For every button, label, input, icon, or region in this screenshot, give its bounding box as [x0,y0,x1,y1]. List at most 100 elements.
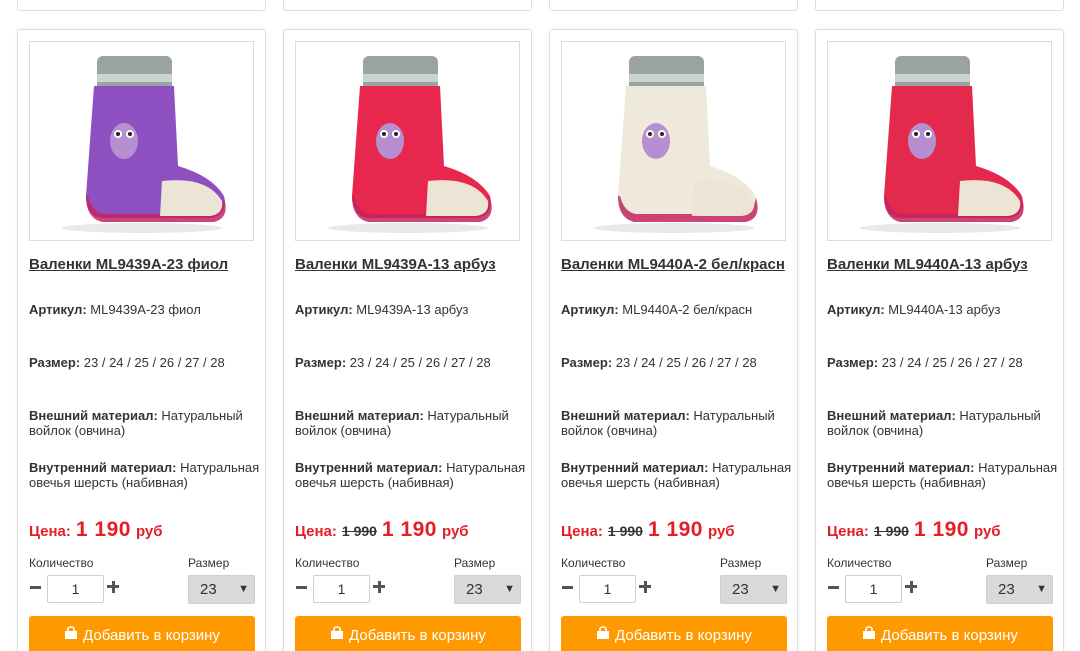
size-select[interactable]: 23 ▼ [720,575,787,604]
dropdown-arrow-icon: ▼ [770,583,781,595]
product-image[interactable] [827,41,1052,241]
inner-material-label: Внутренний материал: [561,460,709,475]
outer-material-info: Внешний материал: Натуральный войлок (ов… [295,408,527,438]
size-selected-value: 23 [998,581,1015,598]
plus-icon[interactable] [637,579,653,595]
outer-material-info: Внешний материал: Натуральный войлок (ов… [827,408,1059,438]
article-info: Артикул: ML9440A-2 бел/красн [561,302,793,317]
shopping-bag-icon [863,626,876,639]
previous-row-card [815,0,1064,11]
quantity-input[interactable] [579,575,636,603]
price-row: Цена: 1 990 1 190 руб [827,518,1001,544]
size-select-label: Размер [720,556,762,570]
size-select[interactable]: 23 ▼ [454,575,521,604]
plus-icon[interactable] [903,579,919,595]
current-price: 1 190 [381,518,437,541]
article-value: ML9439A-23 фиол [90,302,201,317]
product-grid: Валенки ML9439A-23 фиол Артикул: ML9439A… [17,29,1067,651]
plus-icon[interactable] [371,579,387,595]
product-name-link[interactable]: Валенки ML9440A-2 бел/красн [561,254,789,275]
size-info: Размер: 23 / 24 / 25 / 26 / 27 / 28 [827,355,1059,370]
minus-icon[interactable] [27,579,43,595]
felt-boot-image [327,56,492,233]
add-to-cart-button[interactable]: Добавить в корзину [29,616,255,651]
currency: руб [708,523,735,540]
price-row: Цена: 1 990 1 190 руб [295,518,469,544]
article-value: ML9440A-13 арбуз [888,302,1001,317]
inner-material-info: Внутренний материал: Натуральная овечья … [295,460,527,490]
inner-material-label: Внутренний материал: [295,460,443,475]
quantity-label: Количество [827,556,892,570]
product-image[interactable] [295,41,520,241]
outer-material-label: Внешний материал: [295,408,424,423]
dropdown-arrow-icon: ▼ [1036,583,1047,595]
outer-material-label: Внешний материал: [561,408,690,423]
price-label: Цена: [295,523,337,540]
old-price: 1 990 [873,523,909,539]
felt-boot-image [61,56,226,233]
size-select-label: Размер [454,556,496,570]
product-name-link[interactable]: Валенки ML9439A-13 арбуз [295,254,523,275]
currency: руб [442,523,469,540]
minus-icon[interactable] [293,579,309,595]
outer-material-label: Внешний материал: [827,408,956,423]
dropdown-arrow-icon: ▼ [238,583,249,595]
size-selected-value: 23 [200,581,217,598]
price-label: Цена: [561,523,603,540]
shopping-bag-icon [597,626,610,639]
size-selected-value: 23 [466,581,483,598]
plus-icon[interactable] [105,579,121,595]
size-selected-value: 23 [732,581,749,598]
minus-icon[interactable] [559,579,575,595]
product-card: Валенки ML9440A-13 арбуз Артикул: ML9440… [815,29,1064,651]
price-row: Цена: 1 990 1 190 руб [561,518,735,544]
add-to-cart-label: Добавить в корзину [83,626,220,644]
size-label: Размер: [295,355,347,370]
previous-row-card [283,0,532,11]
product-name-link[interactable]: Валенки ML9440A-13 арбуз [827,254,1055,275]
current-price: 1 190 [647,518,703,541]
product-image[interactable] [29,41,254,241]
size-info: Размер: 23 / 24 / 25 / 26 / 27 / 28 [561,355,793,370]
currency: руб [135,523,163,540]
quantity-input[interactable] [47,575,104,603]
outer-material-info: Внешний материал: Натуральный войлок (ов… [561,408,793,438]
size-select[interactable]: 23 ▼ [986,575,1053,604]
add-to-cart-label: Добавить в корзину [349,626,486,644]
inner-material-label: Внутренний материал: [29,460,177,475]
felt-boot-image [859,56,1024,233]
article-info: Артикул: ML9440A-13 арбуз [827,302,1059,317]
price-row: Цена: 1 190 руб [29,518,163,544]
size-value: 23 / 24 / 25 / 26 / 27 / 28 [881,355,1023,370]
product-name-link[interactable]: Валенки ML9439A-23 фиол [29,254,257,275]
size-value: 23 / 24 / 25 / 26 / 27 / 28 [349,355,491,370]
size-select[interactable]: 23 ▼ [188,575,255,604]
size-value: 23 / 24 / 25 / 26 / 27 / 28 [615,355,757,370]
article-value: ML9439A-13 арбуз [356,302,469,317]
size-label: Размер: [561,355,613,370]
add-to-cart-label: Добавить в корзину [615,626,752,644]
add-to-cart-button[interactable]: Добавить в корзину [827,616,1053,651]
quantity-input[interactable] [845,575,902,603]
product-image[interactable] [561,41,786,241]
product-card: Валенки ML9439A-13 арбуз Артикул: ML9439… [283,29,532,651]
inner-material-info: Внутренний материал: Натуральная овечья … [561,460,793,490]
inner-material-info: Внутренний материал: Натуральная овечья … [827,460,1059,490]
article-label: Артикул: [295,302,353,317]
current-price: 1 190 [913,518,969,541]
add-to-cart-button[interactable]: Добавить в корзину [561,616,787,651]
outer-material-label: Внешний материал: [29,408,158,423]
article-value: ML9440A-2 бел/красн [622,302,753,317]
dropdown-arrow-icon: ▼ [504,583,515,595]
quantity-label: Количество [29,556,94,570]
add-to-cart-label: Добавить в корзину [881,626,1018,644]
old-price: 1 990 [341,523,377,539]
currency: руб [974,523,1001,540]
quantity-label: Количество [295,556,360,570]
quantity-input[interactable] [313,575,370,603]
old-price: 1 990 [607,523,643,539]
size-value: 23 / 24 / 25 / 26 / 27 / 28 [83,355,225,370]
quantity-label: Количество [561,556,626,570]
minus-icon[interactable] [825,579,841,595]
add-to-cart-button[interactable]: Добавить в корзину [295,616,521,651]
